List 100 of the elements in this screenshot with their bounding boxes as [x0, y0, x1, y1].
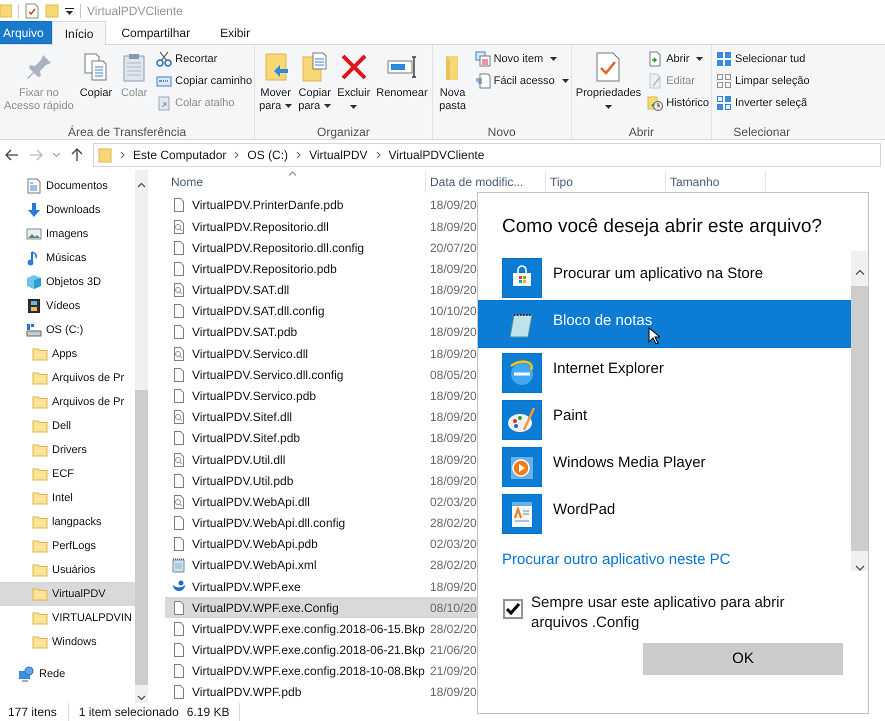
file-row[interactable]: VirtualPDV.Repositorio.dll 18/09/20 — [165, 216, 477, 238]
nav-item[interactable]: Documentos — [0, 174, 135, 198]
ribbon-button[interactable]: Inverter seleçã — [716, 95, 810, 111]
app-option[interactable]: WordPad — [478, 489, 851, 536]
ribbon-button[interactable]: Copiar para — [296, 51, 334, 113]
date-cell-text: 21/09/20 — [429, 663, 477, 680]
file-name: VirtualPDV.WebApi.xml — [192, 557, 316, 574]
nav-item[interactable]: langpacks — [0, 510, 135, 534]
file-row[interactable]: VirtualPDV.SAT.pdb 18/09/20 — [165, 322, 477, 344]
ok-button[interactable]: OK — [643, 643, 843, 675]
nav-item[interactable]: Imagens — [0, 222, 135, 246]
ribbon-tab[interactable]: Exibir — [205, 21, 266, 44]
ribbon-button[interactable]: Propriedades — [574, 51, 644, 109]
ribbon-button[interactable]: Copiar — [78, 51, 114, 100]
nav-item[interactable]: VIRTUALPDVIN — [0, 606, 135, 630]
breadcrumb[interactable]: OS (C:) — [247, 146, 288, 164]
nav-item[interactable]: Dell — [0, 414, 135, 438]
file-row[interactable]: VirtualPDV.WPF.exe.Config 08/10/20 — [165, 597, 477, 618]
file-row[interactable]: VirtualPDV.WPF.exe 18/09/20 — [165, 576, 477, 598]
ribbon-button[interactable]: Mover para — [257, 51, 294, 113]
nav-item[interactable]: Downloads — [0, 198, 135, 222]
nav-item[interactable]: Arquivos de Pr — [0, 390, 135, 414]
file-row[interactable]: VirtualPDV.Sitef.dll 18/09/20 — [165, 406, 477, 428]
palette-icon — [502, 400, 542, 440]
edit-icon — [647, 73, 664, 89]
nav-item[interactable]: ECF — [0, 462, 135, 486]
file-name: VirtualPDV.WPF.exe.Config — [192, 600, 339, 617]
ribbon-button[interactable]: Abrir — [647, 51, 709, 67]
nav-item[interactable]: PerfLogs — [0, 534, 135, 558]
ribbon-button[interactable]: Limpar seleção — [716, 73, 810, 89]
nav-item[interactable]: Windows — [0, 630, 135, 654]
file-row[interactable]: VirtualPDV.Util.pdb 18/09/20 — [165, 470, 477, 492]
file-row[interactable]: VirtualPDV.Servico.dll 18/09/20 — [165, 343, 477, 364]
app-option[interactable]: Procurar um aplicativo na Store — [478, 253, 851, 300]
folder-icon — [32, 586, 48, 602]
ribbon-button[interactable]: Novo item — [474, 51, 569, 67]
address-bar[interactable]: Este Computador OS (C:) VirtualPDV VirtualPDVCliente — [93, 143, 881, 167]
file-row[interactable]: VirtualPDV.WPF.pdb 18/09/20 — [165, 682, 477, 703]
file-row[interactable]: VirtualPDV.WebApi.dll.config 28/02/20 — [165, 512, 477, 534]
nav-item[interactable]: Rede — [0, 662, 135, 686]
file-row[interactable]: VirtualPDV.Repositorio.pdb 18/09/20 — [165, 258, 477, 280]
link[interactable]: Procurar outro aplicativo neste PC — [478, 536, 851, 571]
folder-icon — [32, 562, 48, 578]
nav-item[interactable]: Apps — [0, 342, 135, 366]
ribbon-tab[interactable]: Início — [52, 21, 106, 45]
ribbon-button[interactable]: Fácil acesso — [474, 73, 569, 89]
scrollbar[interactable] — [851, 251, 868, 571]
nav-item[interactable]: Usuários — [0, 558, 135, 582]
checkmark-icon — [506, 603, 520, 615]
app-option[interactable]: Windows Media Player — [478, 442, 851, 490]
ribbon-tab[interactable]: Arquivo — [0, 21, 52, 44]
ribbon-button[interactable]: Selecionar tud — [716, 51, 810, 67]
breadcrumb[interactable]: VirtualPDV — [309, 146, 368, 164]
checkbox[interactable] — [503, 599, 523, 619]
ribbon-button[interactable]: Histórico — [647, 95, 709, 111]
breadcrumb[interactable]: VirtualPDVCliente — [388, 146, 484, 164]
nav-item[interactable]: Vídeos — [0, 294, 135, 318]
ribbon-button[interactable]: Nova pasta — [434, 51, 471, 113]
chevron-right-icon — [234, 151, 240, 159]
folder-icon — [32, 418, 48, 434]
file-row[interactable]: VirtualPDV.WebApi.dll 02/03/20 — [165, 491, 477, 512]
nav-item[interactable]: Arquivos de Pr — [0, 366, 135, 390]
file-row[interactable]: VirtualPDV.Servico.pdb 18/09/20 — [165, 385, 477, 407]
nav-item[interactable]: Drivers — [0, 438, 135, 462]
file-row[interactable]: VirtualPDV.SAT.dll 18/09/20 — [165, 280, 477, 301]
app-option[interactable]: Paint — [478, 394, 851, 442]
file-row[interactable]: VirtualPDV.WPF.exe.config.2018-06-21.Bkp 21/06/20 — [165, 639, 477, 661]
column-header[interactable]: Nome — [165, 171, 426, 194]
file-name: VirtualPDV.Servico.pdb — [192, 388, 316, 405]
ribbon-tab[interactable]: Compartilhar — [106, 21, 206, 44]
file-row[interactable]: VirtualPDV.SAT.dll.config 10/10/20 — [165, 300, 477, 322]
date-cell-text: 08/10/20 — [429, 600, 477, 617]
ribbon-button[interactable]: Copiar caminho — [156, 73, 252, 89]
nav-item[interactable]: Intel — [0, 486, 135, 510]
library-file-icon — [171, 494, 187, 510]
ribbon-button[interactable]: Recortar — [156, 51, 252, 67]
play-button-icon — [502, 447, 542, 487]
file-name: VirtualPDV.WebApi.dll — [192, 494, 310, 511]
nav-item[interactable]: Objetos 3D — [0, 270, 135, 294]
nav-item[interactable]: VirtualPDV — [0, 582, 135, 606]
file-row[interactable]: VirtualPDV.WebApi.pdb 02/03/20 — [165, 534, 477, 555]
file-row[interactable]: VirtualPDV.WPF.exe.config.2018-10-08.Bkp 21/09/20 — [165, 660, 477, 682]
nav-item[interactable]: Músicas — [0, 246, 135, 270]
open-icon — [647, 51, 664, 67]
file-row[interactable]: VirtualPDV.PrinterDanfe.pdb 18/09/20 — [165, 194, 477, 216]
ribbon-button[interactable]: Excluir — [335, 51, 372, 109]
file-row[interactable]: VirtualPDV.Sitef.pdb 18/09/20 — [165, 428, 477, 449]
file-row[interactable]: VirtualPDV.Util.dll 18/09/20 — [165, 448, 477, 470]
file-row[interactable]: VirtualPDV.Servico.dll.config 08/05/20 — [165, 364, 477, 386]
breadcrumb[interactable]: Este Computador — [133, 146, 226, 164]
file-row[interactable]: VirtualPDV.Repositorio.dll.config 20/07/20 — [165, 237, 477, 258]
scrollbar[interactable] — [135, 170, 148, 703]
file-row[interactable]: VirtualPDV.WPF.exe.config.2018-06-15.Bkp 28/02/20 — [165, 618, 477, 640]
date-cell-text: 18/09/20 — [429, 684, 477, 702]
nav-item[interactable]: OS (C:) — [0, 318, 135, 342]
app-option[interactable]: Internet Explorer — [478, 348, 851, 395]
app-option[interactable]: Bloco de notas — [478, 300, 851, 348]
file-row[interactable]: VirtualPDV.WebApi.xml 28/02/20 — [165, 554, 477, 576]
ribbon-button[interactable]: Renomear — [374, 51, 430, 100]
file-name: VirtualPDV.Servico.dll.config — [192, 366, 344, 384]
